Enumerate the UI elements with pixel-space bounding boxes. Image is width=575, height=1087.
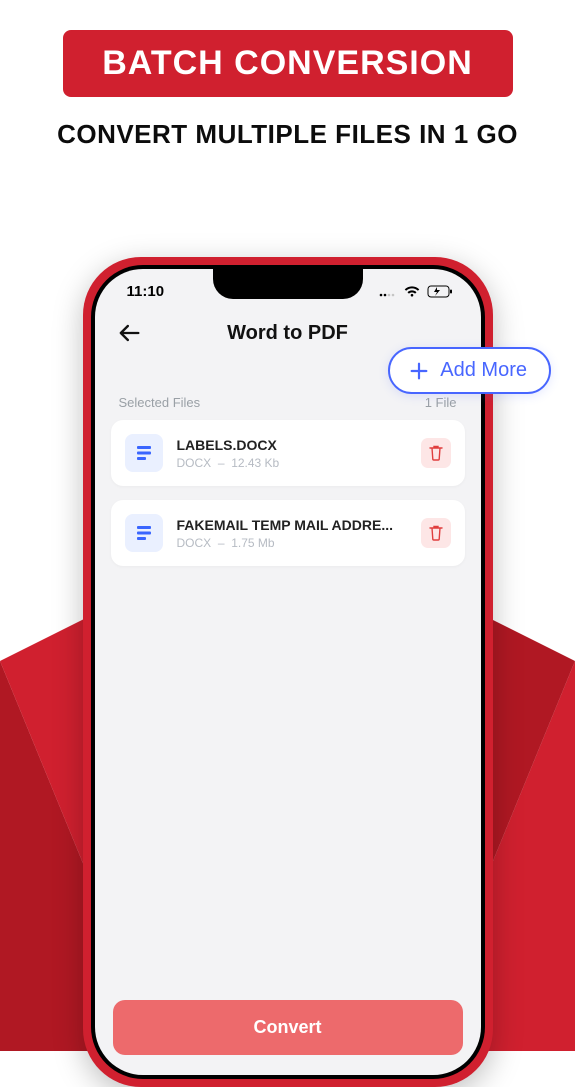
back-icon[interactable] — [115, 319, 143, 347]
marketing-banner: BATCH CONVERSION — [63, 30, 513, 97]
plus-icon — [408, 360, 430, 382]
file-name: FAKEMAIL TEMP MAIL ADDRE... — [177, 517, 407, 533]
list-item[interactable]: LABELS.DOCX DOCX – 12.43 Kb — [111, 420, 465, 486]
status-time: 11:10 — [127, 283, 165, 300]
battery-icon — [427, 285, 453, 298]
wifi-icon — [403, 285, 421, 298]
trash-icon — [429, 445, 443, 461]
marketing-subtitle: CONVERT MULTIPLE FILES IN 1 GO — [0, 119, 575, 150]
section-label: Selected Files — [119, 395, 201, 410]
notch — [213, 269, 363, 299]
file-meta: DOCX – 1.75 Mb — [177, 536, 407, 550]
add-more-button[interactable]: Add More — [388, 347, 551, 394]
delete-button[interactable] — [421, 438, 451, 468]
file-meta: DOCX – 12.43 Kb — [177, 456, 407, 470]
trash-icon — [429, 525, 443, 541]
section-count: 1 File — [425, 395, 457, 410]
file-name: LABELS.DOCX — [177, 437, 407, 453]
delete-button[interactable] — [421, 518, 451, 548]
add-more-label: Add More — [440, 359, 527, 382]
document-icon — [125, 514, 163, 552]
cellular-icon — [379, 285, 397, 297]
convert-button[interactable]: Convert — [113, 1000, 463, 1055]
page-title: Word to PDF — [227, 322, 348, 345]
list-item[interactable]: FAKEMAIL TEMP MAIL ADDRE... DOCX – 1.75 … — [111, 500, 465, 566]
file-list: LABELS.DOCX DOCX – 12.43 Kb — [95, 420, 481, 1000]
document-icon — [125, 434, 163, 472]
